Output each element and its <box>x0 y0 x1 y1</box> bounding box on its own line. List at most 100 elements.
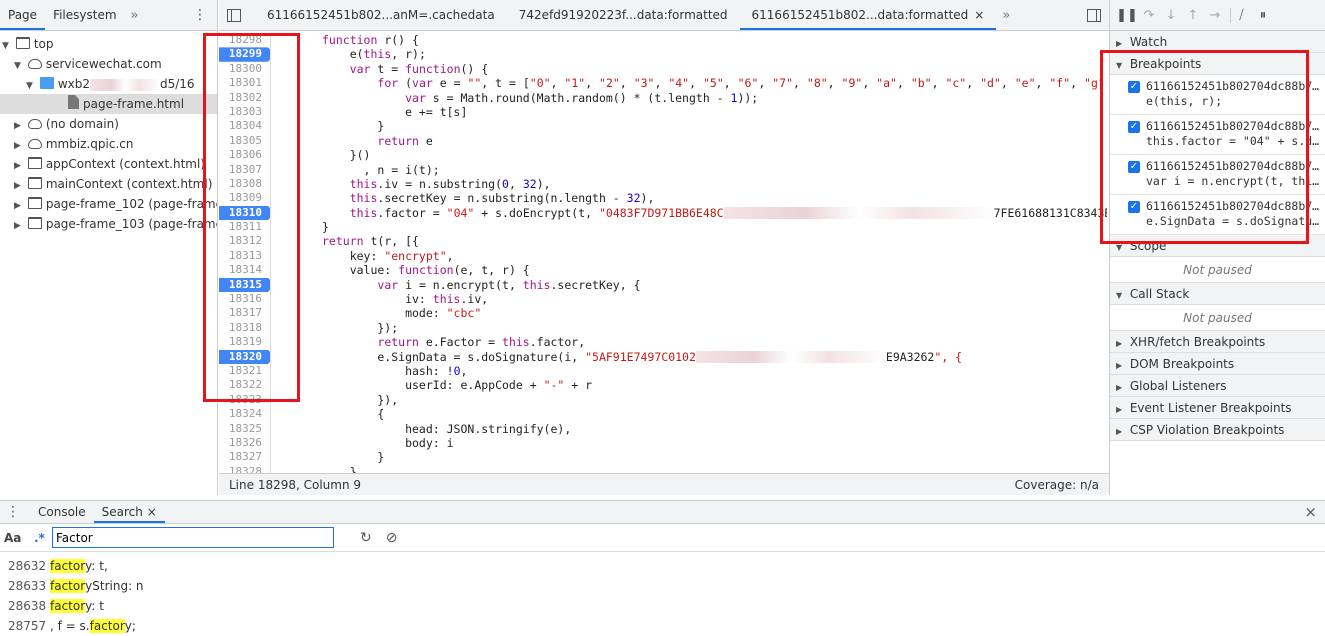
checkbox-checked-icon[interactable]: ✓ <box>1128 201 1140 213</box>
breakpoints-section[interactable]: ▼ Breakpoints <box>1110 53 1325 75</box>
tab-filesystem[interactable]: Filesystem <box>45 0 124 30</box>
checkbox-checked-icon[interactable]: ✓ <box>1128 81 1140 93</box>
code-line[interactable]: value: function(e, t, r) { <box>322 263 1107 277</box>
code-line[interactable]: }); <box>322 321 1107 335</box>
line-number[interactable]: 18303 <box>219 105 270 119</box>
code-line[interactable]: } <box>322 119 1107 133</box>
line-number[interactable]: 18300 <box>219 62 270 76</box>
pause-on-exceptions-icon[interactable]: ⏸ <box>1252 8 1274 23</box>
tab-console[interactable]: Console <box>30 501 94 523</box>
line-number[interactable]: 18317 <box>219 306 270 320</box>
breakpoint-marker[interactable]: 18299 <box>219 47 271 61</box>
checkbox-checked-icon[interactable]: ✓ <box>1128 121 1140 133</box>
step-into-icon[interactable]: ↓ <box>1160 8 1182 23</box>
collapsed-arrow-icon[interactable]: ▶ <box>14 116 24 134</box>
checkbox-checked-icon[interactable]: ✓ <box>1128 161 1140 173</box>
line-number[interactable]: 18306 <box>219 148 270 162</box>
code-line[interactable]: var i = n.encrypt(t, this.secretKey, { <box>322 278 1107 292</box>
search-result[interactable]: 28638 factory: t <box>0 596 1325 616</box>
code-line[interactable]: hash: !0, <box>322 364 1107 378</box>
breakpoint-item[interactable]: ✓ 61166152451b802704dc88b761...e.SignData… <box>1110 195 1325 235</box>
more-tabs-icon[interactable]: » <box>996 8 1016 23</box>
editor-tab[interactable]: 742efd91920223f...data:formatted <box>507 0 740 30</box>
collapsed-arrow-icon[interactable]: ▶ <box>14 176 24 194</box>
tree-item[interactable]: ▶ mmbiz.qpic.cn <box>0 134 217 154</box>
breakpoint-item[interactable]: ✓ 61166152451b802704dc88b761...var i = n.… <box>1110 155 1325 195</box>
debugger-section[interactable]: ▶ CSP Violation Breakpoints <box>1110 419 1325 441</box>
code-line[interactable]: body: i <box>322 436 1107 450</box>
breakpoint-item[interactable]: ✓ 61166152451b802704dc88b761...e(this, r)… <box>1110 75 1325 115</box>
expanded-arrow-icon[interactable]: ▼ <box>14 56 24 74</box>
code-line[interactable]: , n = i(t); <box>322 163 1107 177</box>
breakpoint-marker[interactable]: 18315 <box>219 278 271 292</box>
step-over-icon[interactable]: ↷ <box>1138 8 1160 23</box>
breakpoint-item[interactable]: ✓ 61166152451b802704dc88b761...this.facto… <box>1110 115 1325 155</box>
code-line[interactable]: return e.Factor = this.factor, <box>322 335 1107 349</box>
step-icon[interactable]: → <box>1204 8 1226 23</box>
code-line[interactable]: this.iv = n.substring(0, 32), <box>322 177 1107 191</box>
watch-section[interactable]: ▶ Watch <box>1110 31 1325 53</box>
toggle-navigator-icon[interactable] <box>227 8 241 22</box>
refresh-icon[interactable]: ↻ <box>360 530 372 546</box>
line-number[interactable]: 18328 <box>219 465 270 473</box>
line-number[interactable]: 18307 <box>219 163 270 177</box>
tab-page[interactable]: Page <box>0 0 46 30</box>
line-number[interactable]: 18302 <box>219 91 270 105</box>
line-number[interactable]: 18327 <box>219 450 270 464</box>
code-line[interactable]: iv: this.iv, <box>322 292 1107 306</box>
tree-item[interactable]: ▶ page-frame_103 (page-frame.html) <box>0 214 217 234</box>
line-number[interactable]: 18309 <box>219 191 270 205</box>
code-area[interactable]: function r() { e(this, r); var t = funct… <box>322 33 1107 473</box>
code-line[interactable]: { <box>322 407 1107 421</box>
debugger-section[interactable]: ▶ DOM Breakpoints <box>1110 353 1325 375</box>
deactivate-breakpoints-icon[interactable]: ⧸ <box>1230 7 1252 23</box>
line-number[interactable]: 18308 <box>219 177 270 191</box>
line-number[interactable]: 18313 <box>219 249 270 263</box>
toggle-debugger-icon[interactable] <box>1087 9 1101 22</box>
tree-item[interactable]: page-frame.html <box>0 94 217 114</box>
code-line[interactable]: mode: "cbc" <box>322 306 1107 320</box>
more-tabs-icon[interactable]: » <box>125 8 145 23</box>
line-number[interactable]: 18304 <box>219 119 270 133</box>
tree-item[interactable]: ▶ (no domain) <box>0 114 217 134</box>
breakpoint-marker[interactable]: 18310 <box>219 206 271 220</box>
line-number[interactable]: 18305 <box>219 134 270 148</box>
code-line[interactable]: }), <box>322 393 1107 407</box>
code-line[interactable]: userId: e.AppCode + "-" + r <box>322 378 1107 392</box>
code-line[interactable]: } <box>322 450 1107 464</box>
search-result[interactable]: 28633 factoryString: n <box>0 576 1325 596</box>
drawer-menu-icon[interactable]: ⋮ <box>6 504 20 520</box>
code-line[interactable]: for (var e = "", t = ["0", "1", "2", "3"… <box>322 76 1107 90</box>
collapsed-arrow-icon[interactable]: ▶ <box>14 156 24 174</box>
line-number[interactable]: 18322 <box>219 378 270 392</box>
code-line[interactable]: var s = Math.round(Math.random() * (t.le… <box>322 91 1107 105</box>
breakpoint-marker[interactable]: 18320 <box>219 350 271 364</box>
match-case-button[interactable]: Aa <box>4 531 34 545</box>
close-icon[interactable]: × <box>147 505 157 519</box>
line-number[interactable]: 18298 <box>219 33 270 47</box>
tree-item[interactable]: ▼ top <box>0 34 217 54</box>
line-number[interactable]: 18312 <box>219 234 270 248</box>
line-number[interactable]: 18325 <box>219 422 270 436</box>
code-line[interactable]: } <box>322 220 1107 234</box>
code-line[interactable]: head: JSON.stringify(e), <box>322 422 1107 436</box>
line-number[interactable]: 18316 <box>219 292 270 306</box>
line-number[interactable]: 18301 <box>219 76 270 90</box>
tab-search[interactable]: Search × <box>93 501 165 523</box>
search-result[interactable]: 28757, f = s.factory; <box>0 616 1325 636</box>
editor-tab[interactable]: 61166152451b802...data:formatted × <box>739 0 997 30</box>
line-number[interactable]: 18321 <box>219 364 270 378</box>
expanded-arrow-icon[interactable]: ▼ <box>2 36 12 54</box>
debugger-section[interactable]: ▶ XHR/fetch Breakpoints <box>1110 331 1325 353</box>
more-options-icon[interactable]: ⋮ <box>193 7 207 23</box>
step-out-icon[interactable]: ↑ <box>1182 8 1204 23</box>
collapsed-arrow-icon[interactable]: ▶ <box>14 136 24 154</box>
code-line[interactable]: function r() { <box>322 33 1107 47</box>
tree-item[interactable]: ▼ wxb2 d5/16 <box>0 74 217 94</box>
code-line[interactable]: this.secretKey = n.substring(n.length - … <box>322 191 1107 205</box>
code-line[interactable]: e.SignData = s.doSignature(i, "5AF91E749… <box>322 350 1107 364</box>
code-line[interactable]: return t(r, [{ <box>322 234 1107 248</box>
line-number[interactable]: 18319 <box>219 335 270 349</box>
line-number[interactable]: 18324 <box>219 407 270 421</box>
close-drawer-icon[interactable]: × <box>1304 503 1317 521</box>
